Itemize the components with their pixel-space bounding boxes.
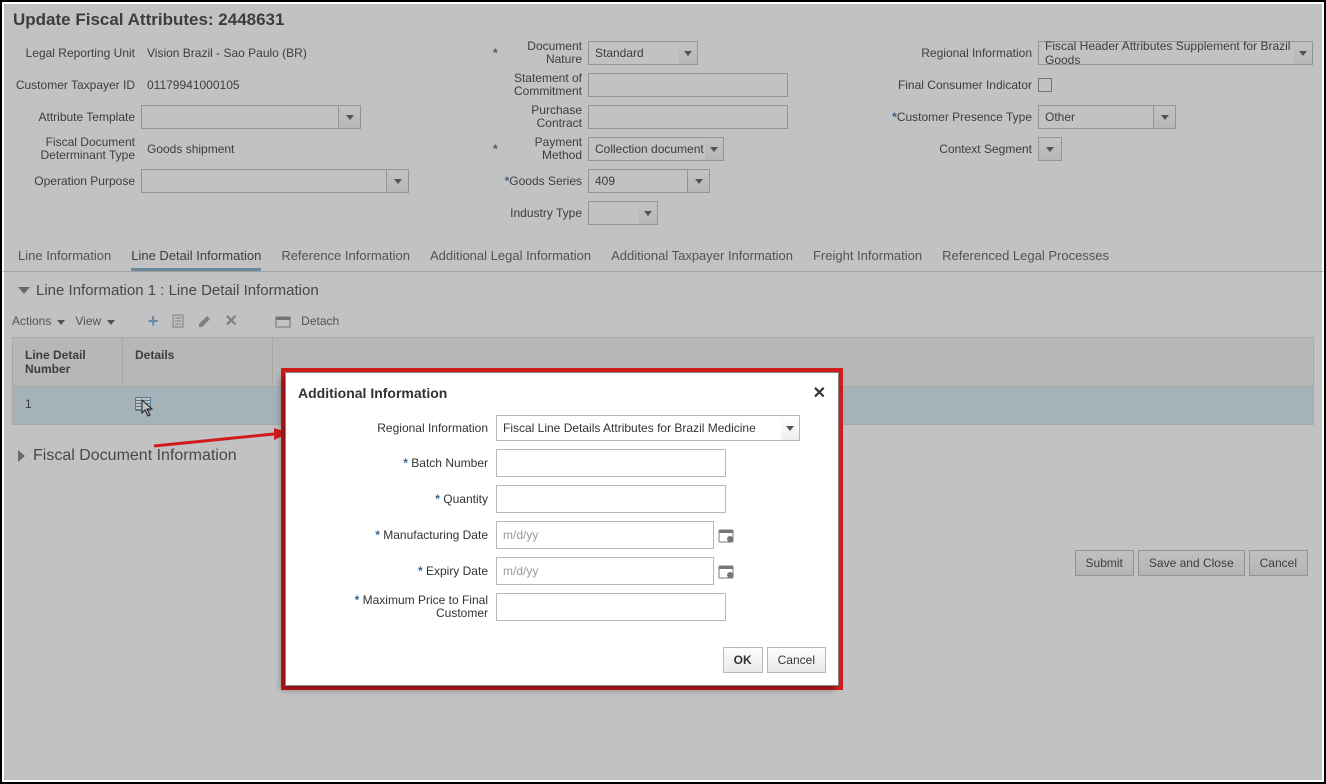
label-final-consumer: Final Consumer Indicator: [863, 78, 1038, 92]
select-document-nature[interactable]: Standard: [588, 41, 698, 65]
additional-information-dialog: Additional Information ✕ Regional Inform…: [281, 368, 843, 690]
chevron-down-icon: [705, 138, 723, 160]
tab-referenced-legal-processes[interactable]: Referenced Legal Processes: [942, 242, 1109, 271]
label-customer-taxpayer-id: Customer Taxpayer ID: [13, 78, 141, 92]
section-line-detail-title: Line Information 1 : Line Detail Informa…: [18, 282, 1308, 299]
label-max-price: Maximum Price to Final Customer: [306, 594, 496, 620]
add-icon[interactable]: +: [145, 313, 161, 329]
select-operation-purpose[interactable]: [141, 169, 409, 193]
cursor-icon: [141, 399, 155, 422]
menu-actions[interactable]: Actions: [12, 314, 65, 328]
input-statement-commitment[interactable]: [588, 73, 788, 97]
chevron-down-icon: [639, 202, 657, 224]
tab-freight-information[interactable]: Freight Information: [813, 242, 922, 271]
col-details: Details: [123, 338, 273, 386]
chevron-down-icon: [1039, 138, 1061, 160]
label-batch-number: Batch Number: [306, 456, 496, 470]
tabs: Line Information Line Detail Information…: [2, 242, 1324, 272]
label-operation-purpose: Operation Purpose: [13, 174, 141, 188]
label-document-nature: Document Nature: [493, 40, 588, 66]
label-context-segment: Context Segment: [863, 142, 1038, 156]
select-customer-presence[interactable]: Other: [1038, 105, 1176, 129]
label-statement-commitment: Statement of Commitment: [493, 72, 588, 98]
input-batch-number[interactable]: [496, 449, 726, 477]
input-quantity[interactable]: [496, 485, 726, 513]
label-purchase-contract: Purchase Contract: [493, 104, 588, 130]
label-modal-regional-information: Regional Information: [306, 421, 496, 435]
input-max-price[interactable]: [496, 593, 726, 621]
label-payment-method: Payment Method: [493, 136, 588, 162]
expand-icon[interactable]: [18, 450, 25, 462]
edit-icon[interactable]: [197, 313, 213, 329]
calendar-icon[interactable]: [718, 563, 734, 579]
chevron-down-icon: [781, 416, 799, 440]
label-regional-information: Regional Information: [863, 46, 1038, 60]
chevron-down-icon: [338, 106, 360, 128]
tab-reference-information[interactable]: Reference Information: [281, 242, 410, 271]
tab-additional-legal-information[interactable]: Additional Legal Information: [430, 242, 591, 271]
label-industry-type: Industry Type: [493, 206, 588, 220]
chevron-down-icon: [1294, 42, 1312, 64]
label-goods-series: Goods Series: [493, 174, 588, 188]
cell-line-detail-number: 1: [13, 387, 123, 424]
submit-button[interactable]: Submit: [1075, 550, 1134, 576]
label-quantity: Quantity: [306, 492, 496, 506]
page-title: Update Fiscal Attributes: 2448631: [13, 10, 1313, 30]
detach-label[interactable]: Detach: [301, 314, 339, 328]
select-payment-method[interactable]: Collection document: [588, 137, 724, 161]
chevron-down-icon: [386, 170, 408, 192]
calendar-icon[interactable]: [718, 527, 734, 543]
value-customer-taxpayer-id: 01179941000105: [141, 76, 246, 94]
save-and-close-button[interactable]: Save and Close: [1138, 550, 1245, 576]
input-expiry-date[interactable]: [496, 557, 714, 585]
value-legal-reporting-unit: Vision Brazil - Sao Paulo (BR): [141, 44, 313, 62]
col-line-detail-number: Line Detail Number: [13, 338, 123, 386]
select-modal-regional-information[interactable]: Fiscal Line Details Attributes for Brazi…: [496, 415, 800, 441]
collapse-icon[interactable]: [18, 287, 30, 294]
chevron-down-icon: [1153, 106, 1175, 128]
duplicate-icon[interactable]: [171, 313, 187, 329]
select-goods-series[interactable]: 409: [588, 169, 710, 193]
value-fiscal-doc-determinant: Goods shipment: [141, 140, 240, 158]
modal-cancel-button[interactable]: Cancel: [767, 647, 826, 673]
chevron-down-icon: [679, 42, 697, 64]
close-icon[interactable]: ✕: [813, 383, 826, 403]
select-industry-type[interactable]: [588, 201, 658, 225]
input-manufacturing-date[interactable]: [496, 521, 714, 549]
delete-icon[interactable]: ✕: [223, 313, 239, 329]
label-manufacturing-date: Manufacturing Date: [306, 528, 496, 542]
select-context-segment[interactable]: [1038, 137, 1062, 161]
label-legal-reporting-unit: Legal Reporting Unit: [13, 46, 141, 60]
select-regional-information[interactable]: Fiscal Header Attributes Supplement for …: [1038, 41, 1313, 65]
label-expiry-date: Expiry Date: [306, 564, 496, 578]
tab-line-information[interactable]: Line Information: [18, 242, 111, 271]
cancel-button[interactable]: Cancel: [1249, 550, 1308, 576]
chevron-down-icon: [687, 170, 709, 192]
ok-button[interactable]: OK: [723, 647, 763, 673]
checkbox-final-consumer[interactable]: [1038, 78, 1052, 92]
label-attribute-template: Attribute Template: [13, 110, 141, 124]
input-purchase-contract[interactable]: [588, 105, 788, 129]
select-attribute-template[interactable]: [141, 105, 361, 129]
modal-title: Additional Information: [298, 385, 447, 401]
detach-icon[interactable]: [275, 313, 291, 329]
menu-view[interactable]: View: [75, 314, 115, 328]
label-customer-presence: Customer Presence Type: [863, 110, 1038, 124]
tab-additional-taxpayer-information[interactable]: Additional Taxpayer Information: [611, 242, 793, 271]
tab-line-detail-information[interactable]: Line Detail Information: [131, 242, 261, 271]
label-fiscal-doc-determinant: Fiscal Document Determinant Type: [13, 136, 141, 162]
